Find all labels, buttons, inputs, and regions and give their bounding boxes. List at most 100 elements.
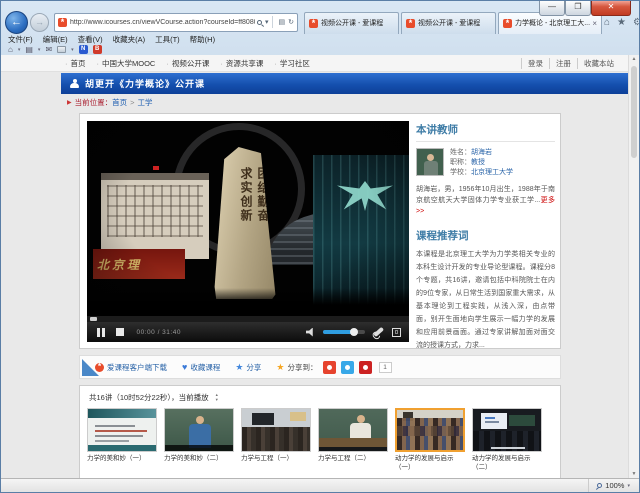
playlist-item-2[interactable]: 力学的美和妙（二） [164, 408, 236, 472]
menu-edit[interactable]: 编辑(E) [43, 34, 68, 45]
share-to-star-icon: ★ [276, 362, 284, 373]
playlist-item-3[interactable]: 力学与工程（一） [241, 408, 313, 472]
chevron-down-icon[interactable]: ▾ [38, 47, 41, 53]
menu-favorites[interactable]: 收藏夹(A) [113, 34, 146, 45]
volume-icon[interactable] [306, 328, 315, 337]
weibo-share-icon[interactable] [323, 361, 336, 374]
menu-help[interactable]: 帮助(H) [190, 34, 215, 45]
breadcrumb-home-link[interactable]: 首页 [112, 97, 127, 108]
print-icon[interactable] [57, 46, 66, 53]
playlist-item-4[interactable]: 力学与工程（二） [318, 408, 390, 472]
site-favicon-icon: * [58, 18, 67, 27]
url-text[interactable]: http://www.icourses.cn/viewVCourse.actio… [70, 19, 255, 26]
thumbnail-row: 力学的美和妙（一） 力学的美和妙（二） 力学与工程（一） 力学与工程（二） 动力… [87, 408, 560, 472]
qzone-share-icon[interactable] [341, 361, 354, 374]
share-to-label: 分享到： [288, 362, 318, 373]
playlist-item-6[interactable]: 动力学的发展与启示（二） [472, 408, 544, 472]
playlist-header: 共16讲（10时52分22秒），当前播放 ▴ ▾ [89, 392, 560, 403]
teacher-photo [416, 148, 444, 176]
share-bar: *爱课程客户端下载 ♥收藏课程 ★分享 ★分享到： 1 [79, 355, 561, 379]
stop-icon[interactable] [116, 328, 124, 336]
lecture-thumbnail[interactable] [164, 408, 234, 452]
tab-label: 视频公开课 - 爱课程 [418, 18, 491, 28]
home-page-icon[interactable]: ⌂ [8, 45, 13, 54]
playlist-item-5-current[interactable]: 动力学的发展与启示（一） [395, 408, 467, 472]
scroll-up-icon[interactable]: ▲ [629, 56, 639, 62]
close-button[interactable]: ✕ [591, 1, 631, 16]
renren-share-icon[interactable] [359, 361, 372, 374]
course-title: 胡更开《力学概论》公开课 [85, 77, 205, 90]
search-icon[interactable] [257, 20, 262, 25]
menu-file[interactable]: 文件(F) [8, 34, 33, 45]
lecture-thumbnail-current[interactable] [395, 408, 465, 452]
breadcrumb-label: 当前位置： [75, 97, 113, 108]
register-link[interactable]: 注册 [549, 58, 577, 69]
volume-knob[interactable] [350, 328, 358, 336]
menu-view[interactable]: 查看(V) [78, 34, 103, 45]
lecture-thumbnail[interactable] [87, 408, 157, 452]
nav-home[interactable]: 首页 [65, 58, 86, 69]
site-nav: 首页 中国大学MOOC 视频公开课 资源共享课 学习社区 登录 注册 收藏本站 [1, 55, 628, 72]
favorites-star-icon[interactable]: ★ [617, 17, 626, 28]
time-display: 00:00 / 31:40 [137, 329, 181, 336]
playlist-summary: 共16讲（10时52分22秒），当前播放 [89, 392, 209, 403]
seek-handle[interactable] [90, 317, 97, 321]
teacher-name-link[interactable]: 胡海岩 [471, 149, 492, 156]
maximize-button[interactable]: ❐ [565, 1, 591, 16]
page-scrollbar[interactable]: ▲ ▼ [628, 55, 639, 478]
bookmark-site-link[interactable]: 收藏本站 [577, 58, 620, 69]
chevron-down-icon[interactable]: ▾ [18, 47, 21, 53]
refresh-icon[interactable]: ↻ [288, 18, 294, 26]
lecture-caption[interactable]: 力学的美和妙（一） [87, 455, 159, 464]
nav-community[interactable]: 学习社区 [274, 58, 310, 69]
lecture-thumbnail[interactable] [241, 408, 311, 452]
chevron-down-icon[interactable]: ▾ [627, 483, 630, 489]
gear-icon[interactable]: ⚙ [633, 17, 640, 28]
pause-icon[interactable] [97, 328, 105, 337]
lecture-caption[interactable]: 力学与工程（二） [318, 455, 390, 464]
read-mail-icon[interactable]: ✉ [45, 45, 52, 54]
nav-shared-resources[interactable]: 资源共享课 [220, 58, 263, 69]
lecture-thumbnail[interactable] [472, 408, 542, 452]
teacher-title: 教授 [471, 159, 485, 166]
lecture-playlist: 共16讲（10时52分22秒），当前播放 ▴ ▾ 力学的美和妙（一） 力学的美和… [79, 385, 561, 478]
lecture-caption[interactable]: 力学的美和妙（二） [164, 455, 236, 464]
scrollbar-thumb[interactable] [631, 66, 637, 158]
app-addon-icon[interactable]: B [93, 45, 102, 54]
login-link[interactable]: 登录 [521, 58, 549, 69]
zoom-control[interactable]: 100% ▾ [588, 479, 630, 492]
lecture-thumbnail[interactable] [318, 408, 388, 452]
client-download-link[interactable]: *爱课程客户端下载 [95, 362, 167, 373]
fullscreen-icon[interactable] [392, 328, 401, 337]
playlist-item-1[interactable]: 力学的美和妙（一） [87, 408, 159, 472]
lecture-caption[interactable]: 动力学的发展与启示（一） [395, 455, 467, 472]
breadcrumb-current-link[interactable]: 工学 [138, 97, 153, 108]
nav-mooc[interactable]: 中国大学MOOC [97, 58, 156, 69]
menu-tools[interactable]: 工具(T) [155, 34, 180, 45]
recommendation-text: 本课程是北京理工大学为力学类相关专业的本科生设计开发的专业导论型课程。课程分8个… [416, 248, 555, 352]
chevron-down-icon[interactable]: ▾ [71, 47, 74, 53]
volume-slider[interactable] [323, 330, 365, 334]
tab-close-icon[interactable]: × [592, 19, 597, 28]
minimize-button[interactable]: — [539, 1, 565, 16]
lecture-caption[interactable]: 力学与工程（一） [241, 455, 313, 464]
tab-1[interactable]: * 视频公开课 - 爱课程 [304, 12, 399, 34]
scroll-down-icon[interactable]: ▼ [629, 471, 639, 477]
forward-button[interactable]: → [30, 13, 49, 32]
tab-2[interactable]: * 视频公开课 - 爱课程 [401, 12, 496, 34]
home-icon[interactable]: ⌂ [604, 17, 610, 28]
app-addon-icon[interactable]: N [79, 45, 88, 54]
compatibility-icon[interactable]: ▤ [279, 18, 286, 26]
settings-wrench-icon[interactable] [373, 327, 384, 337]
favorite-course-link[interactable]: ♥收藏课程 [182, 362, 220, 373]
lecture-caption[interactable]: 动力学的发展与启示（二） [472, 455, 544, 472]
chevron-down-icon[interactable]: ▾ [265, 18, 269, 26]
video-screen[interactable]: 团结勤奋求实创新 北京理 [87, 121, 409, 316]
back-button[interactable]: ← [5, 11, 28, 34]
nav-open-video[interactable]: 视频公开课 [166, 58, 209, 69]
teacher-school-link[interactable]: 北京理工大学 [471, 169, 513, 176]
address-bar[interactable]: * http://www.icourses.cn/viewVCourse.act… [54, 13, 298, 32]
share-link[interactable]: ★分享 [235, 362, 261, 373]
spinner-down-icon[interactable]: ▾ [216, 398, 218, 403]
feeds-icon[interactable]: ▤ [25, 45, 33, 54]
